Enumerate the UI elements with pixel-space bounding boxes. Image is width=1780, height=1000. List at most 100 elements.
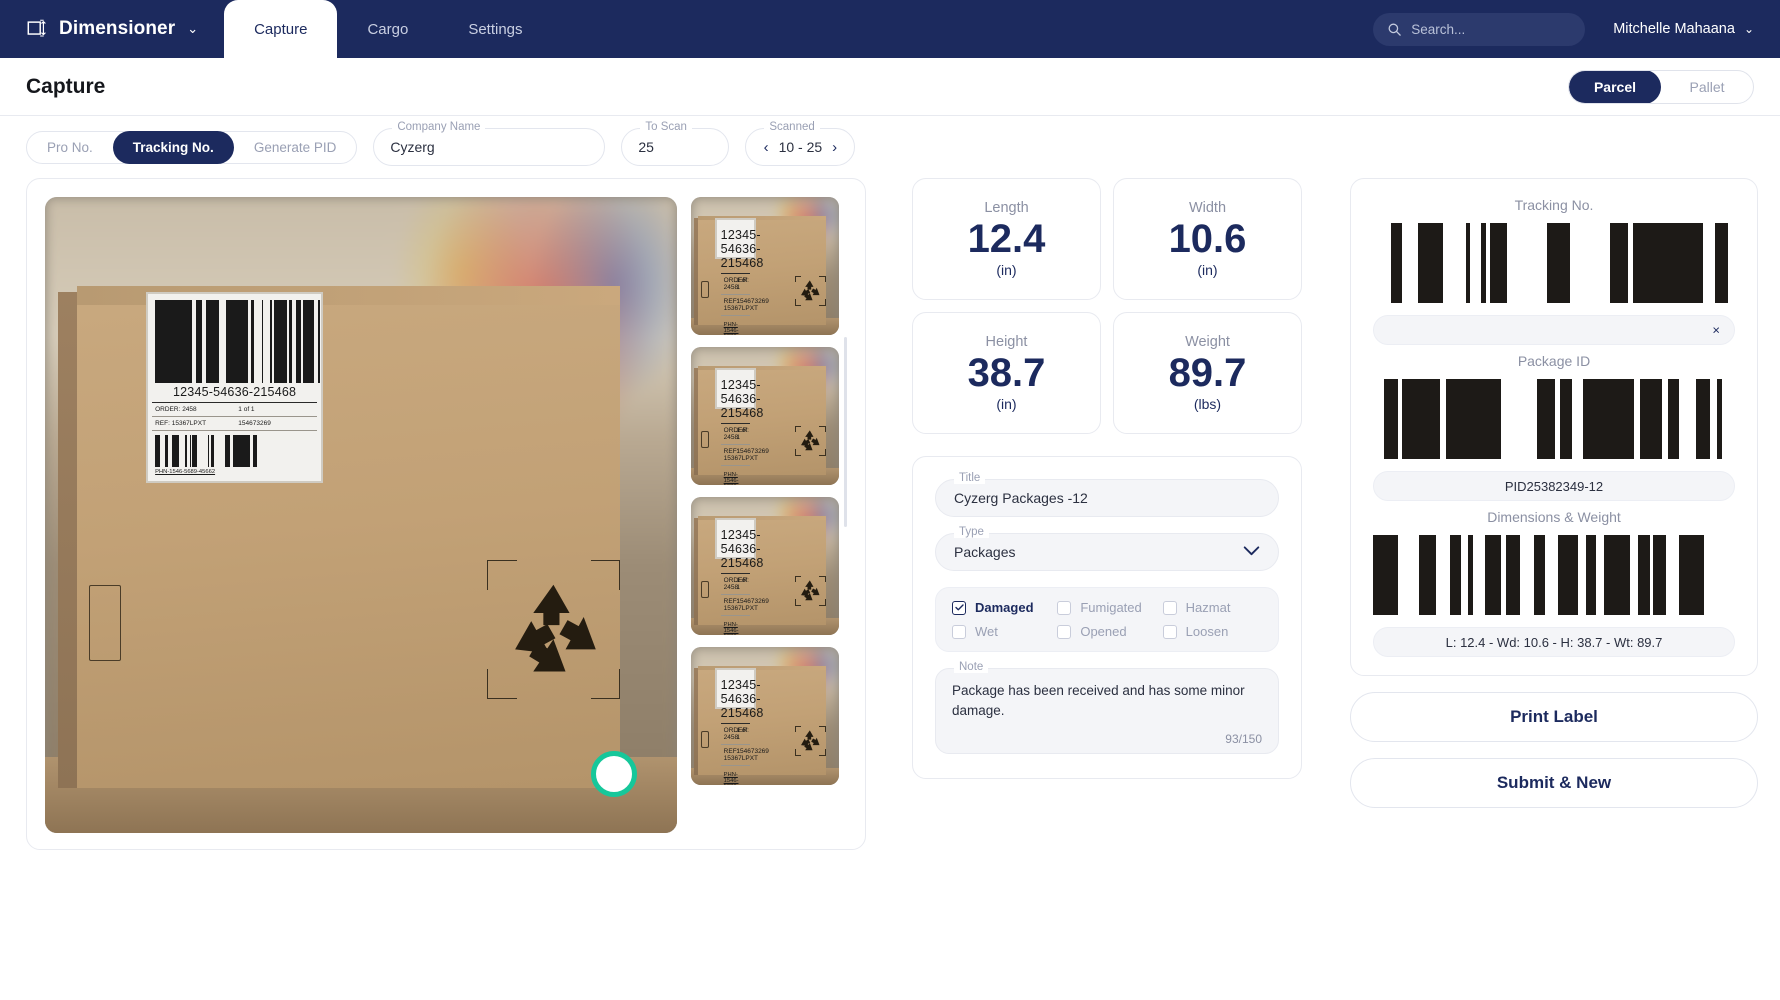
checkbox-loosen[interactable]: Loosen: [1163, 624, 1262, 639]
note-textarea[interactable]: Note Package has been received and has s…: [935, 668, 1279, 754]
thumbnail-item[interactable]: 12345-54636-215468 ORDER: 2458 1 of 1 RE…: [691, 497, 839, 635]
label-code: 12345-54636-215468: [152, 383, 317, 403]
title-field[interactable]: Title Cyzerg Packages -12: [935, 479, 1279, 517]
tab-cargo[interactable]: Cargo: [337, 0, 438, 58]
id-mode-generate-pid[interactable]: Generate PID: [234, 131, 357, 164]
metric-card-height: Height 38.7 (in): [912, 312, 1101, 434]
checkbox-hazmat[interactable]: Hazmat: [1163, 600, 1262, 615]
user-name: Mitchelle Mahaana: [1613, 21, 1735, 37]
main-content: 12345-54636-215468 ORDER: 2458 1 of 1 RE…: [0, 178, 1780, 850]
title-value: Cyzerg Packages -12: [954, 490, 1088, 506]
company-name-field[interactable]: Company Name Cyzerg: [373, 128, 605, 166]
checkbox-opened[interactable]: Opened: [1057, 624, 1156, 639]
type-select[interactable]: Type Packages: [935, 533, 1279, 571]
to-scan-field[interactable]: To Scan 25: [621, 128, 729, 166]
filter-bar: Pro No. Tracking No. Generate PID Compan…: [0, 116, 1780, 178]
recycle-symbol-icon: [487, 560, 620, 700]
close-icon[interactable]: ×: [1712, 324, 1720, 337]
thumbnail-item[interactable]: 12345-54636-215468 ORDER: 2458 1 of 1 RE…: [691, 647, 839, 785]
package-scene: 12345-54636-215468 ORDER: 2458 1 of 1 RE…: [691, 497, 839, 635]
label-order-key: ORDER: 2458: [724, 427, 737, 441]
scanned-prev-icon[interactable]: ‹: [764, 140, 769, 155]
barcode-column: Tracking No. × Package ID PID25382349-12…: [1350, 178, 1758, 808]
checkbox-wet[interactable]: Wet: [952, 624, 1051, 639]
tab-settings[interactable]: Settings: [438, 0, 552, 58]
label-ref-key: REF: 15367LPXT: [155, 420, 238, 427]
brand-chevron-down-icon[interactable]: ⌄: [187, 21, 198, 37]
submit-new-button[interactable]: Submit & New: [1350, 758, 1758, 808]
page-header: Capture Parcel Pallet: [0, 58, 1780, 116]
label-ref-key: REF: 15367LPXT: [724, 448, 737, 462]
label-code: 12345-54636-215468: [721, 226, 750, 274]
recycle-symbol-icon: [795, 576, 826, 606]
label-phn: PHN-1546-5689-45662: [721, 770, 750, 785]
metric-unit: (in): [996, 396, 1016, 412]
label-ref-key: REF: 15367LPXT: [724, 598, 737, 612]
checkbox-box: [1163, 601, 1177, 615]
thumbnail-item[interactable]: 12345-54636-215468 ORDER: 2458 1 of 1 RE…: [691, 347, 839, 485]
thumbnail-strip[interactable]: 12345-54636-215468 ORDER: 2458 1 of 1 RE…: [691, 197, 847, 833]
note-label: Note: [954, 661, 988, 673]
package-form-card: Title Cyzerg Packages -12 Type Packages …: [912, 456, 1302, 779]
label-phn: PHN-1546-5689-45662: [721, 620, 750, 635]
barcode-image-dimensions: [1373, 535, 1735, 615]
metric-label: Width: [1189, 200, 1226, 216]
checkbox-label: Loosen: [1186, 624, 1229, 639]
barcode-image-tracking: [1373, 223, 1735, 303]
user-chevron-down-icon: ⌄: [1744, 22, 1754, 36]
dimensions-weight-value: L: 12.4 - Wd: 10.6 - H: 38.7 - Wt: 89.7: [1373, 627, 1735, 657]
toggle-option-pallet[interactable]: Pallet: [1661, 70, 1753, 104]
label-code: 12345-54636-215468: [721, 676, 750, 724]
scanned-label: Scanned: [764, 121, 819, 133]
scanned-next-icon[interactable]: ›: [832, 140, 837, 155]
brand-name: Dimensioner: [59, 18, 175, 40]
tab-capture[interactable]: Capture: [224, 0, 337, 58]
tracking-no-input[interactable]: ×: [1373, 315, 1735, 345]
this-side-up-icon: [701, 281, 708, 298]
capture-shutter-button[interactable]: [591, 751, 637, 797]
label-ref-row: REF: 15367LPXT 154673269: [152, 417, 317, 431]
recycle-symbol-icon: [795, 726, 826, 756]
thumbnail-scrollbar[interactable]: [844, 337, 847, 527]
checkbox-box: [1057, 625, 1071, 639]
camera-panel: 12345-54636-215468 ORDER: 2458 1 of 1 RE…: [26, 178, 866, 850]
metric-value: 89.7: [1169, 352, 1247, 394]
label-code: 12345-54636-215468: [721, 526, 750, 574]
checkbox-box: [1057, 601, 1071, 615]
checkbox-damaged[interactable]: Damaged: [952, 600, 1051, 615]
metric-grid: Length 12.4 (in) Width 10.6 (in) Height …: [912, 178, 1302, 434]
checkbox-fumigated[interactable]: Fumigated: [1057, 600, 1156, 615]
shipping-label: 12345-54636-215468 ORDER: 2458 1 of 1 RE…: [715, 218, 756, 259]
metric-unit: (in): [996, 262, 1016, 278]
label-page: 1 of 1: [736, 277, 748, 291]
label-phn: PHN-1546-5689-45662: [721, 470, 750, 485]
thumbnail-item[interactable]: 12345-54636-215468 ORDER: 2458 1 of 1 RE…: [691, 197, 839, 335]
company-name-value: Cyzerg: [390, 139, 434, 155]
user-menu[interactable]: Mitchelle Mahaana ⌄: [1613, 21, 1754, 37]
label-ref-num: 154673269: [736, 598, 769, 612]
checkbox-box: [1163, 625, 1177, 639]
toggle-option-parcel[interactable]: Parcel: [1569, 70, 1661, 104]
brand-logo[interactable]: Dimensioner ⌄: [0, 0, 224, 58]
label-order-key: ORDER: 2458: [724, 727, 737, 741]
search-input[interactable]: Search...: [1373, 13, 1585, 46]
label-order-key: ORDER: 2458: [724, 277, 737, 291]
shipping-label: 12345-54636-215468 ORDER: 2458 1 of 1 RE…: [146, 292, 323, 483]
barcode-title-dimensions: Dimensions & Weight: [1373, 505, 1735, 531]
label-ref-row: REF: 15367LPXT 154673269: [721, 745, 750, 766]
camera-viewport[interactable]: 12345-54636-215468 ORDER: 2458 1 of 1 RE…: [45, 197, 677, 833]
label-ref-row: REF: 15367LPXT 154673269: [721, 595, 750, 616]
metric-card-length: Length 12.4 (in): [912, 178, 1101, 300]
page-title: Capture: [26, 75, 105, 99]
metric-value: 10.6: [1169, 218, 1247, 260]
label-ref-num: 154673269: [736, 748, 769, 762]
id-mode-pro-no[interactable]: Pro No.: [27, 131, 113, 164]
search-placeholder: Search...: [1411, 22, 1465, 37]
id-mode-tracking-no[interactable]: Tracking No.: [113, 131, 234, 164]
label-order-row: ORDER: 2458 1 of 1: [721, 724, 750, 745]
shipping-label: 12345-54636-215468 ORDER: 2458 1 of 1 RE…: [715, 668, 756, 709]
label-page: 1 of 1: [736, 727, 748, 741]
metric-label: Height: [986, 334, 1028, 350]
metric-label: Length: [984, 200, 1028, 216]
print-label-button[interactable]: Print Label: [1350, 692, 1758, 742]
